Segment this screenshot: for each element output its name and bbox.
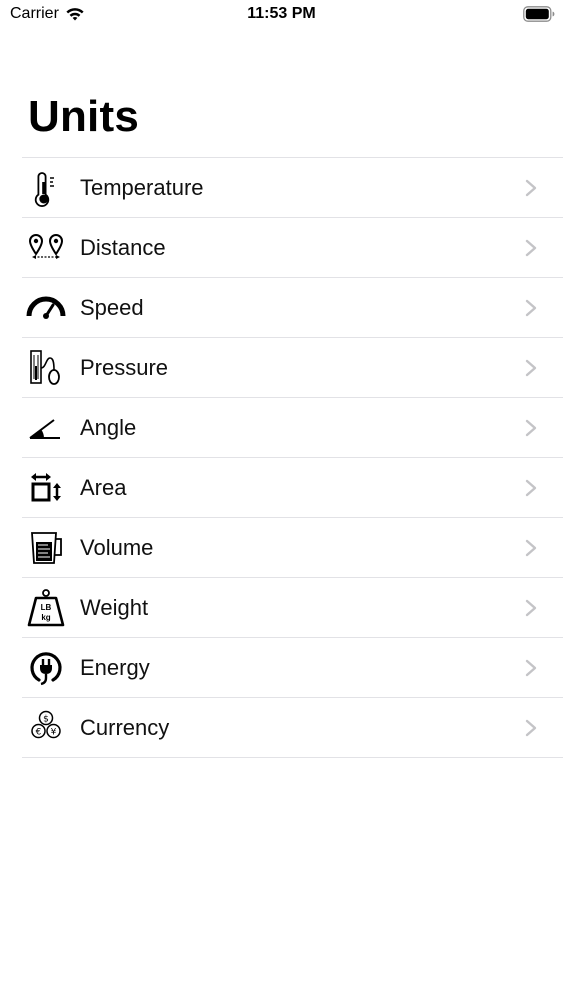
chevron-right-icon [525, 239, 537, 257]
list-item-label: Distance [80, 234, 166, 260]
speedometer-icon [26, 288, 66, 328]
thermometer-icon [26, 168, 66, 208]
list-item-currency[interactable]: $ € ¥ Currency [22, 698, 563, 758]
chevron-right-icon [525, 359, 537, 377]
list-item-label: Weight [80, 594, 149, 620]
chevron-right-icon [525, 479, 537, 497]
page-title: Units [28, 92, 139, 141]
list-item-volume[interactable]: Volume [22, 518, 563, 578]
list-item-label: Temperature [80, 174, 204, 200]
svg-text:kg: kg [41, 613, 50, 622]
list-item-label: Currency [80, 714, 170, 740]
list-item-label: Angle [80, 414, 137, 440]
plug-icon [26, 648, 66, 688]
list-item-label: Speed [80, 294, 144, 320]
list-item-area[interactable]: Area [22, 458, 563, 518]
list-item-label: Area [80, 474, 127, 500]
chevron-right-icon [525, 179, 537, 197]
list-item-temperature[interactable]: Temperature [22, 158, 563, 218]
status-time: 11:53 PM [247, 5, 316, 22]
list-item-label: Energy [80, 654, 150, 680]
coins-icon: $ € ¥ [26, 708, 66, 748]
chevron-right-icon [525, 719, 537, 737]
chevron-right-icon [525, 539, 537, 557]
list-item-energy[interactable]: Energy [22, 638, 563, 698]
distance-pins-icon [26, 228, 66, 268]
chevron-right-icon [525, 299, 537, 317]
svg-text:¥: ¥ [51, 728, 57, 738]
list-item-angle[interactable]: Angle [22, 398, 563, 458]
list-item-label: Pressure [80, 354, 169, 380]
list-item-label: Volume [80, 534, 154, 560]
status-bar: Carrier 11:53 PM [0, 0, 563, 30]
measuring-jug-icon [26, 528, 66, 568]
area-icon [26, 468, 66, 508]
list-item-speed[interactable]: Speed [22, 278, 563, 338]
chevron-right-icon [525, 419, 537, 437]
list-item-distance[interactable]: Distance [22, 218, 563, 278]
list-item-weight[interactable]: LB kg Weight [22, 578, 563, 638]
svg-text:$: $ [43, 715, 49, 725]
angle-icon [26, 408, 66, 448]
svg-text:LB: LB [41, 603, 52, 612]
list-item-pressure[interactable]: Pressure [22, 338, 563, 398]
svg-text:€: € [36, 728, 42, 738]
chevron-right-icon [525, 599, 537, 617]
pressure-gauge-icon [26, 348, 66, 388]
battery-icon [523, 6, 555, 22]
units-list: Temperature Distance Speed Pressure Angl… [22, 157, 563, 758]
chevron-right-icon [525, 659, 537, 677]
weight-icon: LB kg [26, 588, 66, 628]
